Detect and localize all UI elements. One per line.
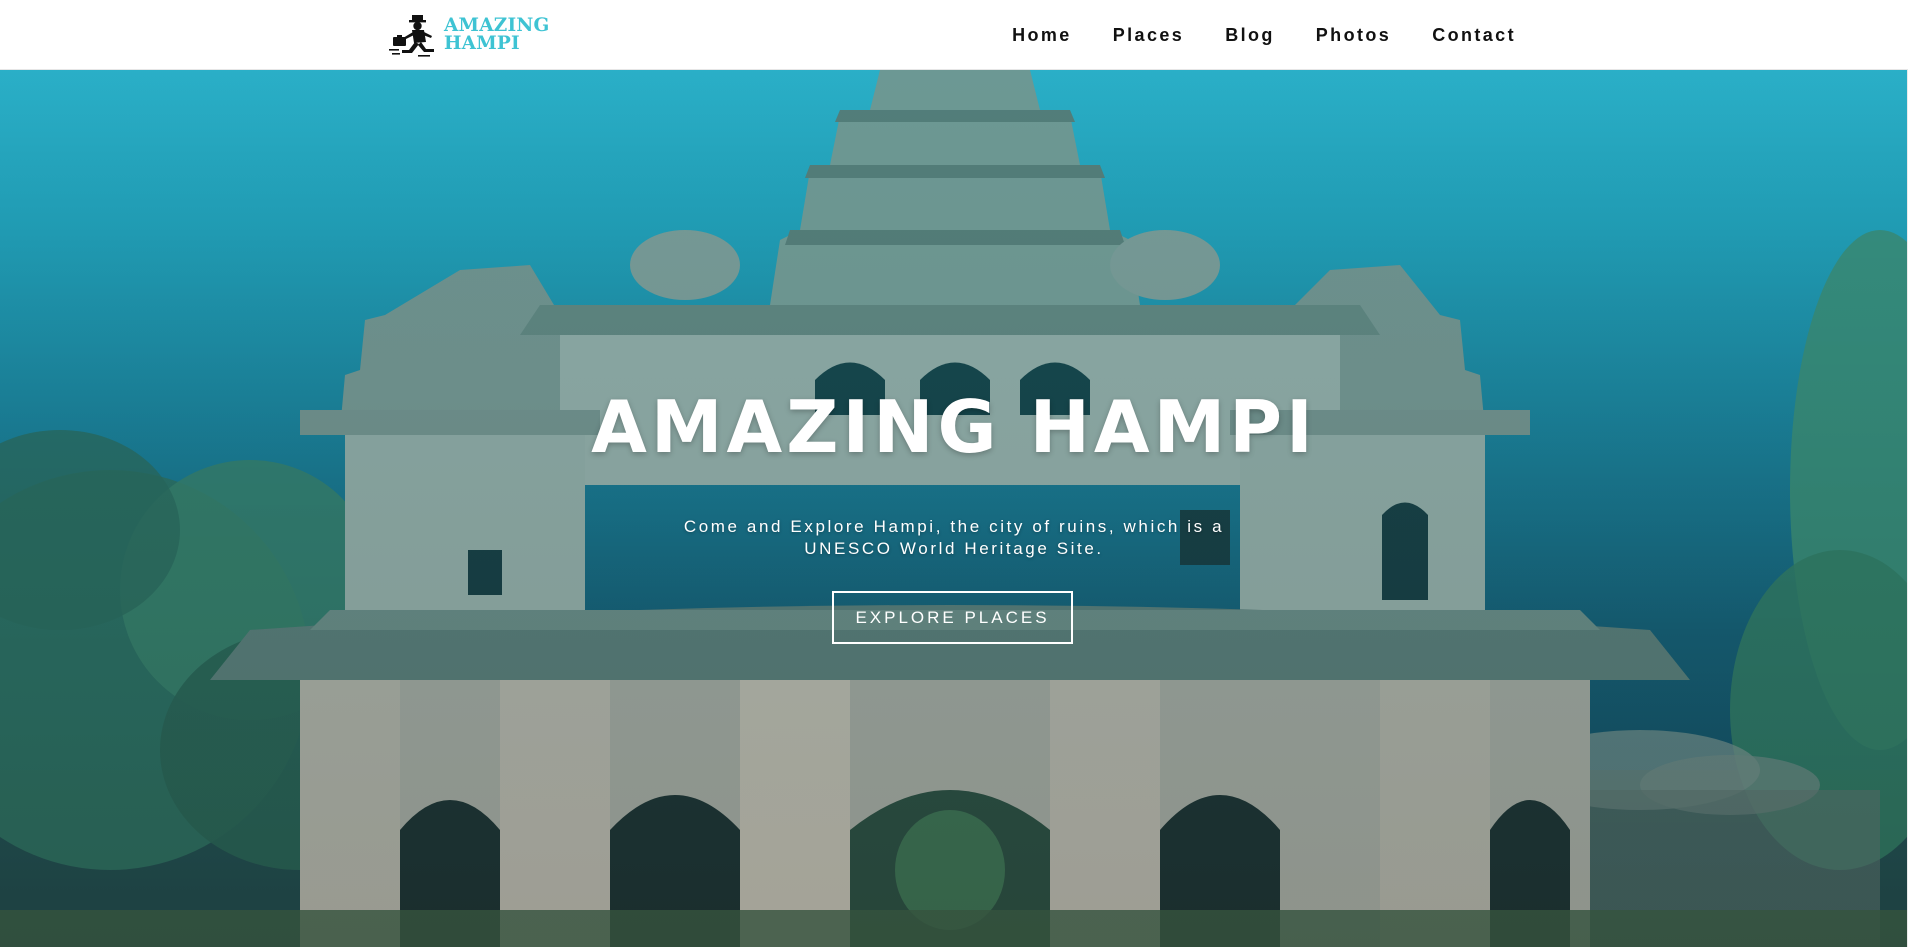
nav-link-contact[interactable]: Contact [1432, 25, 1516, 45]
nav-link-blog[interactable]: Blog [1225, 25, 1275, 45]
main-menu: Home Places Blog Photos Contact [971, 0, 1516, 70]
logo-line-2: HAMPI [444, 33, 520, 54]
hero-section: AMAZING HAMPI Come and Explore Hampi, th… [0, 70, 1908, 947]
top-navbar: AMAZING HAMPI Home Places Blog Photos Co… [0, 0, 1908, 70]
menu-item-photos: Photos [1316, 25, 1391, 46]
menu-item-blog: Blog [1225, 25, 1275, 46]
hero-subtitle: Come and Explore Hampi, the city of ruin… [683, 517, 1225, 558]
menu-item-contact: Contact [1432, 25, 1516, 46]
menu-item-places: Places [1113, 25, 1184, 46]
hero-title: AMAZING HAMPI [591, 385, 1317, 469]
explore-places-button[interactable]: EXPLORE PLACES [832, 591, 1073, 644]
logo-wordmark: AMAZING HAMPI [444, 16, 549, 54]
nav-link-photos[interactable]: Photos [1316, 25, 1391, 45]
nav-link-home[interactable]: Home [1012, 25, 1072, 45]
nav-link-places[interactable]: Places [1113, 25, 1184, 45]
site-logo[interactable]: AMAZING HAMPI [388, 12, 549, 58]
hero-content: AMAZING HAMPI Come and Explore Hampi, th… [0, 70, 1908, 947]
running-traveler-icon [389, 15, 434, 57]
page: AMAZING HAMPI Home Places Blog Photos Co… [0, 0, 1908, 947]
menu-item-home: Home [1012, 25, 1072, 46]
